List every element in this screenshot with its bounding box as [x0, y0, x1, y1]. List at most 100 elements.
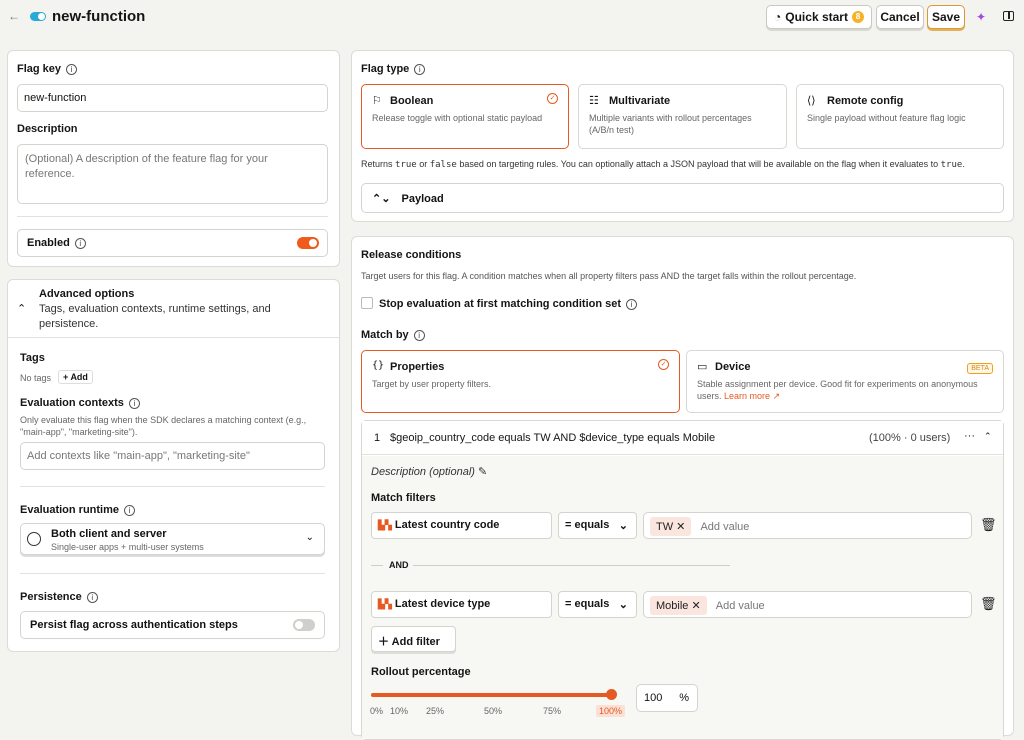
rollout-slider-thumb[interactable]: [606, 689, 617, 700]
runtime-value: Both client and server: [51, 528, 167, 540]
description-label: Description: [17, 123, 78, 135]
filter1-operator-select[interactable]: = equals ⌄: [558, 512, 637, 539]
filter1-property-select[interactable]: ▙▚ Latest country code: [371, 512, 552, 539]
payload-expander[interactable]: ⌃⌄ Payload: [361, 183, 1004, 213]
persistence-label: Persistence i: [20, 591, 98, 603]
list-icon: ☷: [589, 95, 599, 107]
persist-toggle[interactable]: [293, 619, 315, 631]
flag-type-label: Flag type i: [361, 63, 426, 75]
advanced-options-desc: Tags, evaluation contexts, runtime setti…: [39, 303, 271, 330]
more-icon[interactable]: ···: [964, 430, 975, 442]
option-title: Remote config: [827, 95, 904, 107]
remove-icon[interactable]: ✕: [691, 600, 700, 612]
no-tags-text: No tags: [20, 373, 52, 383]
tick-label: 50%: [484, 706, 503, 716]
enabled-row[interactable]: Enabled i: [17, 229, 328, 257]
filter2-values[interactable]: Mobile ✕ Add value: [643, 591, 972, 618]
collapse-chevron-icon[interactable]: ⌃: [17, 302, 26, 315]
expand-chevrons-icon: ⌃⌄: [372, 193, 391, 205]
flag-type-remote-config[interactable]: ⟨⟩ Remote config Single payload without …: [796, 84, 1004, 149]
description-textarea[interactable]: (Optional) A description of the feature …: [17, 144, 328, 204]
release-conditions-title: Release conditions: [361, 249, 462, 261]
rocket-icon: ◔: [774, 10, 782, 24]
condition-header[interactable]: 1 $geoip_country_code equals TW AND $dev…: [362, 421, 1003, 455]
release-conditions-desc: Target users for this flag. A condition …: [361, 271, 857, 281]
flag-type-returns-text: Returns true or false based on targeting…: [361, 159, 965, 170]
stop-eval-checkbox[interactable]: [361, 297, 373, 309]
option-title: Multivariate: [609, 95, 671, 107]
sparkle-icon[interactable]: ✦: [976, 10, 986, 24]
eval-runtime-select[interactable]: Both client and server Single-user apps …: [20, 523, 325, 555]
info-icon: i: [626, 298, 638, 310]
filter2-property-select[interactable]: ▙▚ Latest device type: [371, 591, 552, 618]
collapse-icon[interactable]: ⌃: [984, 431, 992, 442]
flag-type-multivariate[interactable]: ☷ Multivariate Multiple variants with ro…: [578, 84, 787, 149]
info-icon: i: [414, 63, 426, 75]
quick-start-count-badge: 8: [851, 11, 864, 23]
add-filter-button[interactable]: ＋ Add filter: [371, 626, 456, 652]
quick-start-button[interactable]: ◔ Quick start 8: [766, 5, 872, 29]
add-value-placeholder: Add value: [700, 521, 750, 533]
info-icon: i: [124, 504, 136, 516]
match-filters-label: Match filters: [371, 492, 436, 504]
rollout-slider-fill: [371, 693, 612, 697]
enabled-label: Enabled: [27, 237, 70, 249]
match-by-label: Match by i: [361, 329, 425, 341]
laptop-icon: ▭: [697, 361, 708, 373]
trash-icon[interactable]: 🗑: [980, 596, 997, 612]
pencil-icon: ✎: [478, 466, 488, 478]
code-icon: ⟨⟩: [807, 95, 816, 107]
globe-icon: [27, 532, 41, 546]
filter1-values[interactable]: TW ✕ Add value: [643, 512, 972, 539]
tick-label-active: 100%: [596, 705, 626, 717]
side-panel-icon[interactable]: [1003, 11, 1014, 21]
condition-description[interactable]: Description (optional) ✎: [371, 465, 487, 478]
value-tag: TW ✕: [650, 517, 692, 536]
option-title: Properties: [390, 361, 445, 373]
enabled-toggle[interactable]: [297, 237, 319, 249]
flag-key-input[interactable]: new-function: [17, 84, 328, 112]
flag-key-label: Flag key i: [17, 63, 78, 75]
check-circle-icon: ✓: [658, 359, 669, 370]
flag-type-boolean[interactable]: ⚐ Boolean ✓ Release toggle with optional…: [361, 84, 569, 149]
option-desc: Release toggle with optional static payl…: [372, 113, 543, 123]
and-separator: AND: [389, 560, 409, 570]
rollout-input[interactable]: 100 %: [636, 684, 698, 712]
option-desc: Multiple variants with rollout percentag…: [589, 113, 752, 135]
add-value-placeholder: Add value: [715, 600, 765, 612]
check-circle-icon: ✓: [547, 93, 558, 104]
braces-icon: {}: [372, 360, 385, 371]
tick-label: 10%: [390, 706, 409, 716]
condition-summary: $geoip_country_code equals TW AND $devic…: [390, 432, 716, 444]
eval-contexts-input[interactable]: Add contexts like "main-app", "marketing…: [20, 442, 325, 470]
chevron-down-icon: ⌄: [618, 520, 628, 532]
runtime-sub: Single-user apps + multi-user systems: [51, 542, 204, 552]
external-link-icon: ↗: [772, 391, 781, 401]
match-by-device[interactable]: ▭ Device BETA Stable assignment per devi…: [686, 350, 1004, 413]
add-tag-button[interactable]: + Add: [58, 370, 93, 384]
rollout-slider-track[interactable]: [371, 689, 617, 700]
trash-icon[interactable]: 🗑: [980, 517, 997, 533]
condition-index: 1: [374, 432, 381, 444]
save-button[interactable]: Save: [927, 5, 965, 29]
remove-icon[interactable]: ✕: [676, 521, 685, 533]
eval-contexts-label: Evaluation contexts i: [20, 397, 140, 409]
eval-runtime-label: Evaluation runtime i: [20, 504, 136, 516]
beta-badge: BETA: [967, 363, 993, 374]
learn-more-link[interactable]: Learn more: [724, 391, 770, 401]
option-desc: Stable assignment per device. Good fit f…: [697, 379, 978, 401]
flag-status-toggle-icon: [30, 12, 46, 21]
quick-start-label: Quick start: [785, 10, 848, 24]
cancel-button[interactable]: Cancel: [876, 5, 924, 29]
geoip-icon: ▙▚: [378, 520, 392, 530]
info-icon: i: [86, 591, 98, 603]
match-by-properties[interactable]: {} Properties ✓ Target by user property …: [361, 350, 680, 413]
info-icon: i: [66, 63, 78, 75]
arrow-left-icon[interactable]: ←: [8, 9, 20, 23]
eval-contexts-help: Only evaluate this flag when the SDK dec…: [20, 415, 307, 437]
filter2-operator-select[interactable]: = equals ⌄: [558, 591, 637, 618]
stop-eval-label: Stop evaluation at first matching condit…: [379, 298, 638, 310]
advanced-options-title[interactable]: Advanced options: [39, 288, 134, 300]
tick-label: 25%: [426, 706, 445, 716]
persist-row[interactable]: Persist flag across authentication steps: [20, 611, 325, 639]
